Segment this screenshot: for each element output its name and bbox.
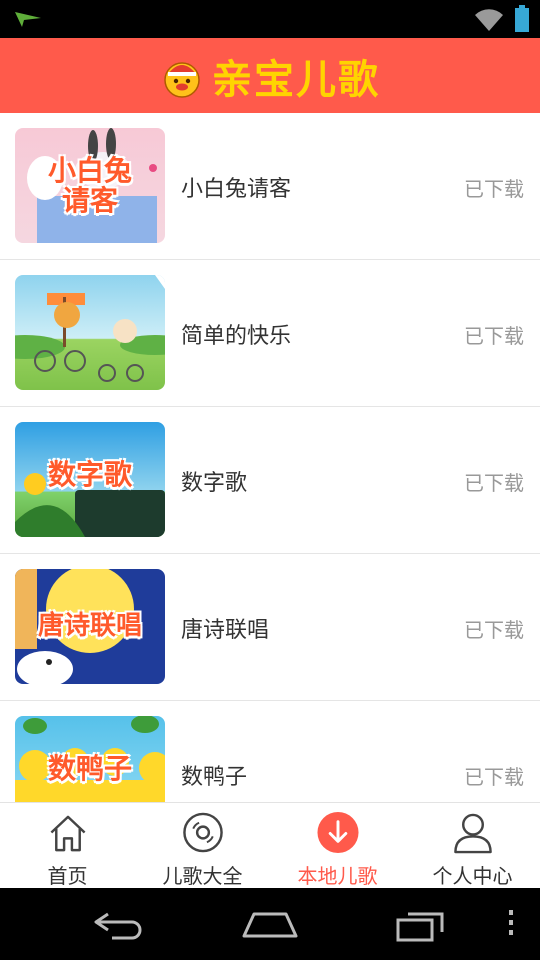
song-name: 数鸭子 [181, 765, 248, 790]
app-title: 亲宝儿歌 [212, 56, 380, 103]
app-header: 亲宝儿歌 [0, 38, 540, 113]
tab-local-songs[interactable]: 本地儿歌 [270, 803, 405, 889]
tab-label: 首页 [47, 864, 88, 888]
download-status: 已下载 [464, 177, 524, 201]
song-name: 唐诗联唱 [181, 618, 270, 643]
song-name: 数字歌 [181, 471, 248, 496]
song-thumbnail: 数字歌 [15, 422, 165, 537]
list-item[interactable]: 小白兔请客 小白兔请客 已下载 [0, 113, 540, 260]
download-icon [316, 811, 359, 854]
download-status: 已下载 [464, 324, 524, 348]
wifi-icon [475, 9, 503, 32]
download-status: 已下载 [464, 765, 524, 789]
tab-all-songs[interactable]: 儿歌大全 [135, 803, 270, 889]
system-nav-bar [0, 888, 540, 960]
download-status: 已下载 [464, 618, 524, 642]
thumbnail-text: 数字歌 [47, 458, 132, 491]
song-thumbnail: 数鸭子 [15, 716, 165, 802]
thumbnail-text: 小白兔请客 [47, 154, 132, 217]
status-bar [0, 0, 540, 38]
tab-label: 个人中心 [432, 864, 513, 888]
person-icon [453, 813, 492, 854]
list-item[interactable]: 简单的快乐 已下载 [0, 260, 540, 407]
tab-label: 本地儿歌 [297, 864, 378, 888]
list-item[interactable]: 数字歌 数字歌 已下载 [0, 407, 540, 554]
mascot-logo-icon [164, 61, 200, 98]
bottom-tab-bar: 首页 儿歌大全 本地儿歌 个人中心 [0, 802, 540, 889]
download-status: 已下载 [464, 471, 524, 495]
list-item[interactable]: 唐诗联唱 唐诗联唱 已下载 [0, 554, 540, 701]
thumbnail-text: 唐诗联唱 [37, 610, 142, 641]
overflow-menu-icon[interactable] [507, 908, 515, 938]
local-song-list[interactable]: 小白兔请客 小白兔请客 已下载 简单的快乐 已下载 数字歌 数字歌 已下载 唐诗… [0, 113, 540, 802]
song-name: 小白兔请客 [181, 177, 292, 202]
song-thumbnail: 小白兔请客 [15, 128, 165, 243]
song-thumbnail [15, 275, 165, 390]
tab-home[interactable]: 首页 [0, 803, 135, 889]
home-nav-icon[interactable] [242, 910, 298, 938]
home-icon [50, 815, 85, 852]
song-thumbnail: 唐诗联唱 [15, 569, 165, 684]
thumbnail-text [15, 275, 165, 390]
recent-apps-icon[interactable] [396, 908, 448, 942]
notification-icon [15, 12, 41, 27]
battery-icon [515, 5, 529, 32]
thumbnail-text: 数鸭子 [47, 752, 132, 785]
tab-profile[interactable]: 个人中心 [405, 803, 540, 889]
song-name: 简单的快乐 [181, 324, 292, 349]
back-icon[interactable] [92, 910, 148, 940]
list-item[interactable]: 数鸭子 数鸭子 已下载 [0, 701, 540, 802]
tab-label: 儿歌大全 [162, 864, 243, 888]
disc-icon [182, 812, 223, 853]
